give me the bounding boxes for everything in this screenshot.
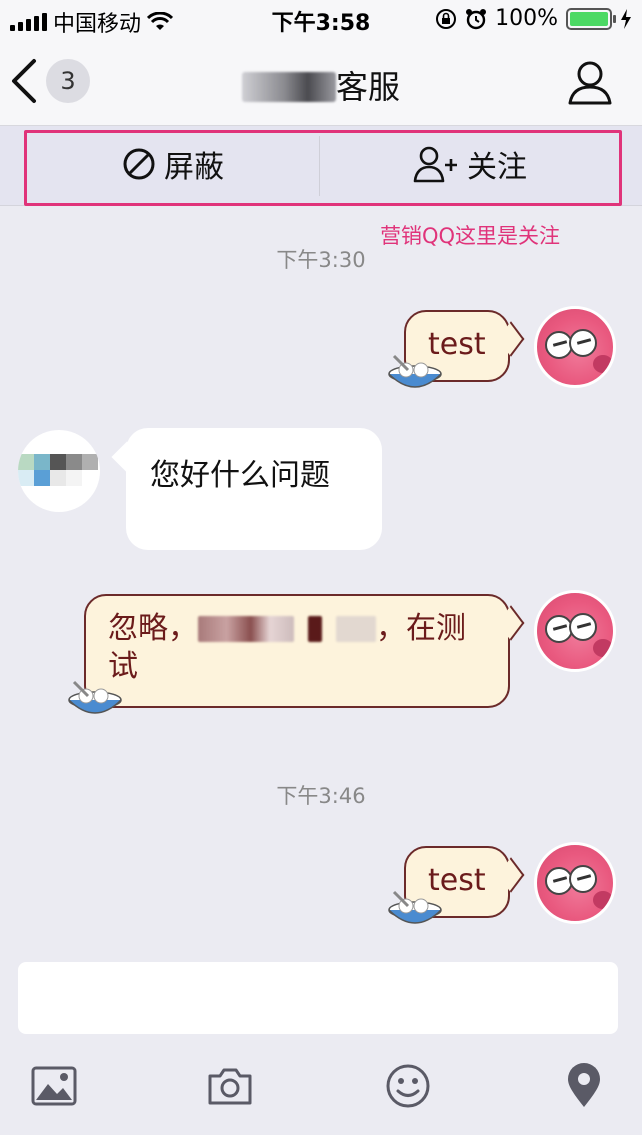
redacted-text xyxy=(198,616,294,642)
location-button[interactable] xyxy=(558,1060,610,1112)
bowl-pendant-icon xyxy=(68,680,122,714)
bowl-pendant-icon xyxy=(388,890,442,924)
emoji-button[interactable] xyxy=(382,1060,434,1112)
contact-avatar[interactable] xyxy=(18,430,100,512)
nav-bar: 3 客服 xyxy=(0,40,642,126)
page-title: 客服 xyxy=(0,62,642,108)
my-avatar[interactable] xyxy=(534,306,616,388)
status-bar: 中国移动 下午3:58 100% xyxy=(0,0,642,40)
redacted-name xyxy=(241,72,336,102)
title-suffix: 客服 xyxy=(335,68,400,106)
image-icon xyxy=(31,1066,77,1106)
battery-icon xyxy=(566,7,616,30)
location-icon xyxy=(568,1063,600,1107)
message-text: 忽略， xyxy=(108,611,198,646)
charging-icon xyxy=(621,8,631,29)
timestamp: 下午3:46 xyxy=(276,784,366,808)
input-area xyxy=(0,950,642,1135)
action-bar: 屏蔽 关注 xyxy=(0,126,642,206)
image-button[interactable] xyxy=(28,1060,80,1112)
message-bubble-incoming[interactable]: 您好什么问题 xyxy=(126,428,382,550)
camera-icon xyxy=(208,1068,252,1105)
message-text: 您好什么问题 xyxy=(150,458,330,493)
my-avatar[interactable] xyxy=(534,590,616,672)
timestamp: 下午3:30 xyxy=(276,248,366,272)
message-bubble-outgoing[interactable]: 忽略， ，在测试 xyxy=(84,594,510,708)
status-right: 100% xyxy=(435,6,632,31)
message-input[interactable] xyxy=(18,962,618,1034)
person-icon xyxy=(568,61,612,105)
battery-percent: 100% xyxy=(495,6,558,31)
alarm-icon xyxy=(466,8,487,29)
highlight-frame xyxy=(24,130,622,206)
rotation-lock-icon xyxy=(436,8,457,29)
my-avatar[interactable] xyxy=(534,842,616,924)
redacted-text xyxy=(308,616,322,642)
emoji-icon xyxy=(386,1064,430,1108)
redacted-text xyxy=(336,616,376,642)
bowl-pendant-icon xyxy=(388,354,442,388)
profile-button[interactable] xyxy=(566,58,614,106)
camera-button[interactable] xyxy=(204,1060,256,1112)
